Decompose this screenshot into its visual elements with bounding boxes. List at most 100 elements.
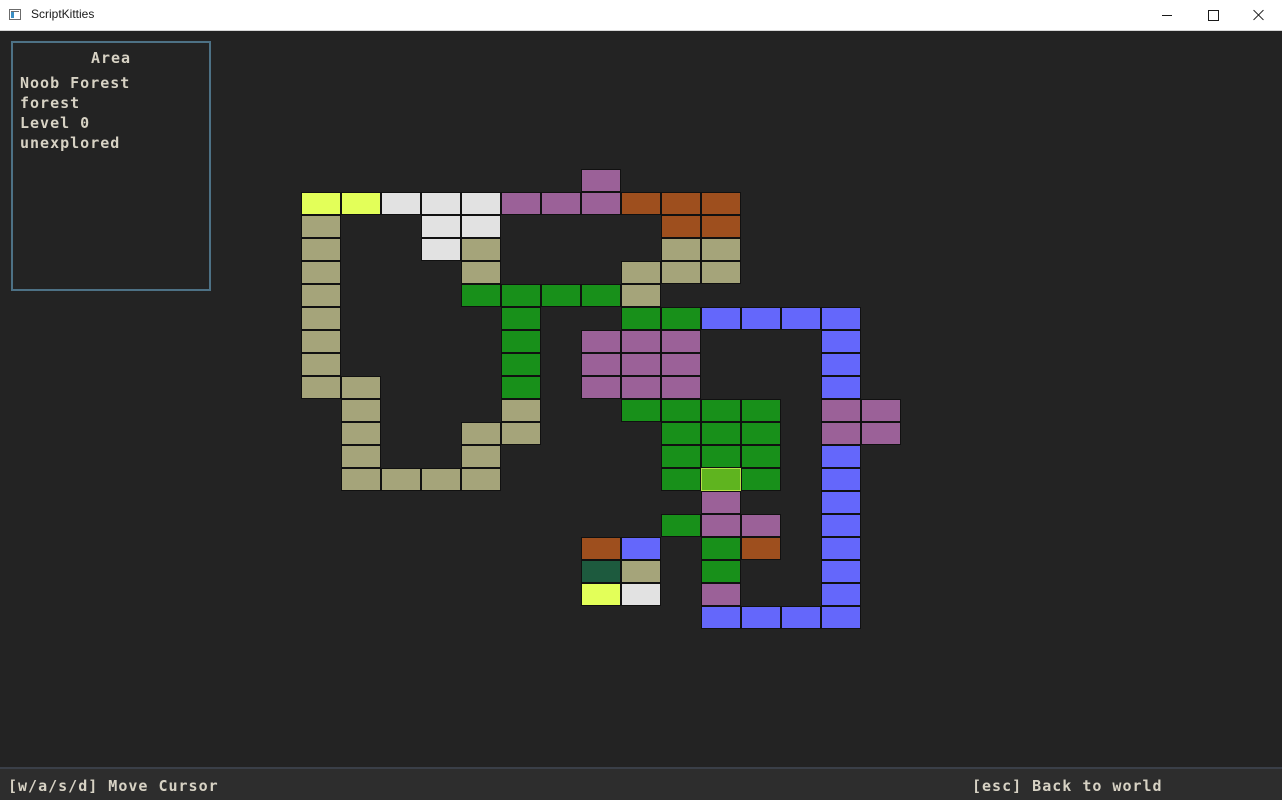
map-tile-green[interactable] — [741, 468, 781, 491]
map-tile-khaki[interactable] — [621, 261, 661, 284]
map-tile-khaki[interactable] — [461, 238, 501, 261]
map-tile-khaki[interactable] — [341, 422, 381, 445]
map-tile-khaki[interactable] — [501, 399, 541, 422]
map-tile-khaki[interactable] — [621, 560, 661, 583]
map-tile-purple[interactable] — [701, 583, 741, 606]
map-tile-green[interactable] — [661, 445, 701, 468]
map-tile-green[interactable] — [661, 307, 701, 330]
map-tile-purple[interactable] — [861, 399, 901, 422]
map-tile-green[interactable] — [701, 560, 741, 583]
map-tile-khaki[interactable] — [661, 261, 701, 284]
map-tile-blue[interactable] — [821, 537, 861, 560]
map-tile-green[interactable] — [621, 399, 661, 422]
map-tile-green[interactable] — [461, 284, 501, 307]
map-tile-white[interactable] — [421, 238, 461, 261]
map-tile-brown[interactable] — [661, 192, 701, 215]
map-tile-blue[interactable] — [741, 606, 781, 629]
map-tile-brown[interactable] — [581, 537, 621, 560]
map-tile-khaki[interactable] — [341, 445, 381, 468]
map-tile-darkgreen[interactable] — [581, 560, 621, 583]
map-tile-white[interactable] — [381, 192, 421, 215]
map-tile-green[interactable] — [581, 284, 621, 307]
minimize-button[interactable] — [1144, 0, 1190, 30]
map-tile-khaki[interactable] — [501, 422, 541, 445]
map-tile-purple[interactable] — [661, 376, 701, 399]
map-tile-khaki[interactable] — [301, 307, 341, 330]
map-tile-blue[interactable] — [821, 514, 861, 537]
map-tile-khaki[interactable] — [341, 376, 381, 399]
map-tile-green[interactable] — [501, 307, 541, 330]
map-tile-white[interactable] — [461, 215, 501, 238]
map-tile-green[interactable] — [701, 422, 741, 445]
map-tile-green[interactable] — [501, 353, 541, 376]
map-tile-blue[interactable] — [821, 445, 861, 468]
map-tile-green[interactable] — [661, 422, 701, 445]
map-tile-purple[interactable] — [581, 376, 621, 399]
map-tile-yellow[interactable] — [581, 583, 621, 606]
map-tile-purple[interactable] — [621, 330, 661, 353]
maximize-button[interactable] — [1190, 0, 1236, 30]
map-tile-purple[interactable] — [701, 491, 741, 514]
map-tile-purple[interactable] — [541, 192, 581, 215]
map-tile-green[interactable] — [741, 399, 781, 422]
map-tile-green[interactable] — [661, 399, 701, 422]
map-tile-green[interactable] — [701, 399, 741, 422]
map-tile-purple[interactable] — [821, 422, 861, 445]
map-tile-yellow[interactable] — [341, 192, 381, 215]
close-button[interactable] — [1236, 0, 1282, 30]
map-tile-khaki[interactable] — [301, 376, 341, 399]
map-tile-purple[interactable] — [821, 399, 861, 422]
map-tile-green[interactable] — [661, 468, 701, 491]
map-tile-blue[interactable] — [621, 537, 661, 560]
map-tile-purple[interactable] — [861, 422, 901, 445]
map-tile-purple[interactable] — [581, 353, 621, 376]
map-tile-white[interactable] — [421, 192, 461, 215]
map-tile-blue[interactable] — [821, 491, 861, 514]
map-tile-brown[interactable] — [621, 192, 661, 215]
map-tile-white[interactable] — [461, 192, 501, 215]
title-bar[interactable]: ScriptKitties — [0, 0, 1282, 31]
map-tile-khaki[interactable] — [301, 238, 341, 261]
map-tile-brown[interactable] — [701, 215, 741, 238]
map-tile-khaki[interactable] — [301, 330, 341, 353]
map-tile-brown[interactable] — [701, 192, 741, 215]
map-tile-blue[interactable] — [821, 307, 861, 330]
map-tile-purple[interactable] — [501, 192, 541, 215]
map-tile-khaki[interactable] — [341, 468, 381, 491]
map-tile-green[interactable] — [541, 284, 581, 307]
map-tile-purple[interactable] — [621, 376, 661, 399]
map-tile-khaki[interactable] — [341, 399, 381, 422]
map-tile-khaki[interactable] — [461, 445, 501, 468]
map-tile-khaki[interactable] — [301, 284, 341, 307]
map-tile-khaki[interactable] — [661, 238, 701, 261]
map-tile-khaki[interactable] — [421, 468, 461, 491]
map-tile-khaki[interactable] — [381, 468, 421, 491]
map-tile-green[interactable] — [701, 445, 741, 468]
map-tile-purple[interactable] — [661, 330, 701, 353]
map-tile-white[interactable] — [421, 215, 461, 238]
map-tile-purple[interactable] — [581, 330, 621, 353]
map-tile-blue[interactable] — [821, 353, 861, 376]
map-tile-green[interactable] — [501, 376, 541, 399]
map-tile-blue[interactable] — [781, 307, 821, 330]
map-tile-green[interactable] — [501, 330, 541, 353]
map-tile-green[interactable] — [701, 537, 741, 560]
map-tile-khaki[interactable] — [461, 468, 501, 491]
map-tile-blue[interactable] — [821, 606, 861, 629]
map-tile-khaki[interactable] — [301, 353, 341, 376]
map-tile-blue[interactable] — [821, 376, 861, 399]
map-tile-khaki[interactable] — [301, 261, 341, 284]
map-tile-green[interactable] — [661, 514, 701, 537]
map-tile-khaki[interactable] — [701, 238, 741, 261]
map-tile-purple[interactable] — [741, 514, 781, 537]
map-tile-blue[interactable] — [781, 606, 821, 629]
map-tile-brown[interactable] — [661, 215, 701, 238]
map-tile-blue[interactable] — [701, 307, 741, 330]
map-tile-blue[interactable] — [741, 307, 781, 330]
map-tile-purple[interactable] — [661, 353, 701, 376]
map-tile-green[interactable] — [621, 307, 661, 330]
map-tile-khaki[interactable] — [701, 261, 741, 284]
map-tile-yellow[interactable] — [301, 192, 341, 215]
map-tile-blue[interactable] — [821, 468, 861, 491]
map-tile-khaki[interactable] — [301, 215, 341, 238]
